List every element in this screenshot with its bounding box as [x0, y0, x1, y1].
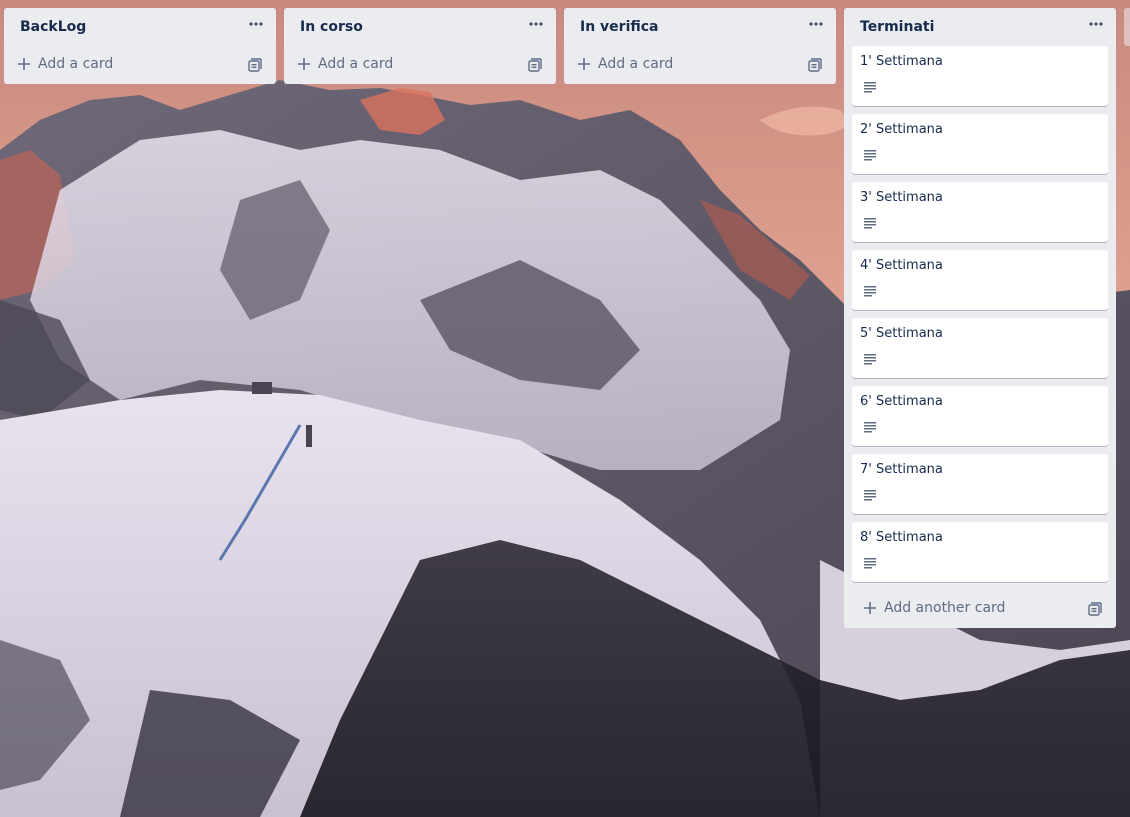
card[interactable]: 7' Settimana [852, 454, 1108, 514]
card-template-icon[interactable] [808, 58, 822, 72]
list-header: In verifica [564, 8, 836, 46]
card-template-icon[interactable] [1088, 602, 1102, 616]
ellipsis-icon[interactable] [244, 16, 268, 38]
card-title: 2' Settimana [860, 122, 943, 137]
plus-icon [298, 58, 310, 70]
card[interactable]: 8' Settimana [852, 522, 1108, 582]
card-title: 5' Settimana [860, 326, 943, 341]
card-list: 1' Settimana 2' Settimana 3' Settimana 4… [844, 46, 1116, 582]
board-canvas: BackLog Add a card In corso Add a card I… [0, 0, 1130, 817]
plus-icon [864, 602, 876, 614]
list-title[interactable]: Terminati [860, 18, 934, 36]
description-icon [864, 422, 876, 433]
list-title[interactable]: In verifica [580, 18, 659, 36]
add-card-button[interactable]: Add a card [296, 52, 393, 76]
card[interactable]: 1' Settimana [852, 46, 1108, 106]
list-backlog: BackLog Add a card [4, 8, 276, 84]
ellipsis-icon[interactable] [1084, 16, 1108, 38]
add-card-label: Add a card [38, 56, 114, 72]
plus-icon [18, 58, 30, 70]
plus-icon [578, 58, 590, 70]
card-title: 7' Settimana [860, 462, 943, 477]
card-template-icon[interactable] [528, 58, 542, 72]
description-icon [864, 82, 876, 93]
description-icon [864, 354, 876, 365]
card[interactable]: 2' Settimana [852, 114, 1108, 174]
add-card-button[interactable]: Add a card [576, 52, 673, 76]
description-icon [864, 218, 876, 229]
card[interactable]: 4' Settimana [852, 250, 1108, 310]
add-card-label: Add another card [884, 600, 1006, 616]
description-icon [864, 286, 876, 297]
card-title: 8' Settimana [860, 530, 943, 545]
list-header: In corso [284, 8, 556, 46]
card-title: 6' Settimana [860, 394, 943, 409]
ellipsis-icon[interactable] [524, 16, 548, 38]
list-in-verifica: In verifica Add a card [564, 8, 836, 84]
card[interactable]: 6' Settimana [852, 386, 1108, 446]
card-title: 1' Settimana [860, 54, 943, 69]
description-icon [864, 558, 876, 569]
add-card-label: Add a card [318, 56, 394, 72]
card-template-icon[interactable] [248, 58, 262, 72]
ellipsis-icon[interactable] [804, 16, 828, 38]
list-footer: Add a card [4, 46, 276, 84]
list-header: Terminati [844, 8, 1116, 46]
list-header: BackLog [4, 8, 276, 46]
add-card-label: Add a card [598, 56, 674, 72]
list-title[interactable]: BackLog [20, 18, 86, 36]
add-list-button[interactable] [1124, 8, 1130, 46]
card-title: 4' Settimana [860, 258, 943, 273]
list-terminati: Terminati 1' Settimana 2' Settimana 3' S… [844, 8, 1116, 628]
card-title: 3' Settimana [860, 190, 943, 205]
description-icon [864, 150, 876, 161]
add-card-button[interactable]: Add a card [16, 52, 113, 76]
card[interactable]: 3' Settimana [852, 182, 1108, 242]
list-footer: Add a card [284, 46, 556, 84]
list-footer: Add a card [564, 46, 836, 84]
list-title[interactable]: In corso [300, 18, 363, 36]
add-another-card-button[interactable]: Add another card [862, 596, 1005, 620]
description-icon [864, 490, 876, 501]
list-footer: Add another card [844, 590, 1116, 628]
list-in-corso: In corso Add a card [284, 8, 556, 84]
card[interactable]: 5' Settimana [852, 318, 1108, 378]
